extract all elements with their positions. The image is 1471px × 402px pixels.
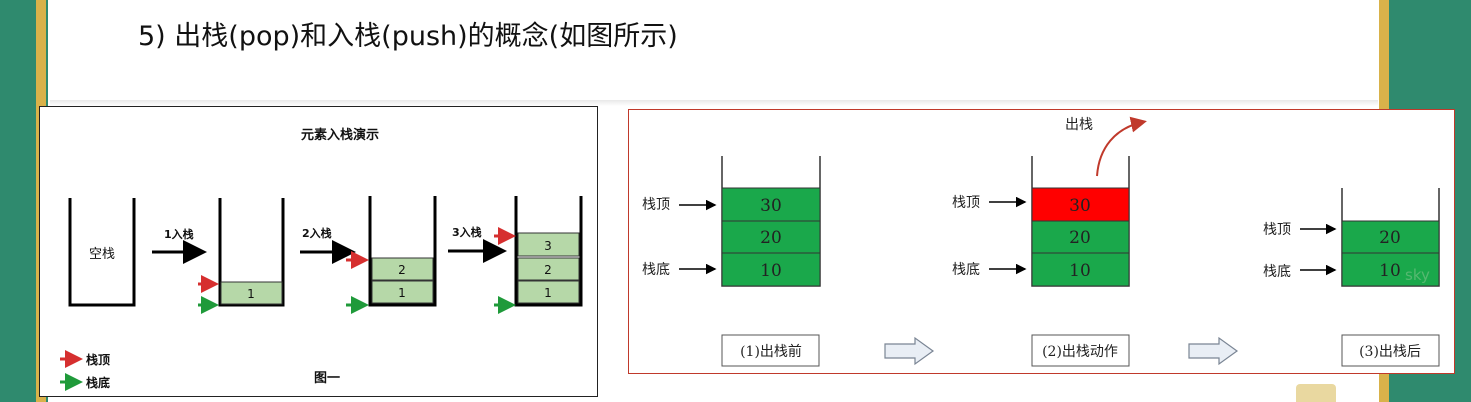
stack-top-label: 栈顶 — [642, 197, 670, 213]
pop-label: 出栈 — [1065, 117, 1093, 133]
pop-demo-figure: 30 20 10 栈顶 栈底 (1)出栈前 30 20 10 栈顶 栈底 出栈 … — [628, 109, 1455, 374]
stack-cell-value: 10 — [760, 261, 782, 281]
step-1-label: 1入栈 — [164, 227, 194, 241]
push-demo-figure: 元素入栈演示 空栈 1入栈 1 2入栈 1 2 3入栈 1 2 3 栈顶 栈底 … — [39, 106, 598, 397]
stack-step-3: 1 2 3 — [494, 196, 583, 314]
figure-caption: 图一 — [314, 371, 340, 386]
slide-title: 5) 出栈(pop)和入栈(push)的概念(如图所示) — [138, 21, 678, 52]
legend-top-label: 栈顶 — [86, 352, 110, 367]
empty-stack-label: 空栈 — [89, 247, 115, 262]
stack-box-label: 1 — [544, 286, 552, 300]
watermark: sky — [1405, 266, 1430, 284]
stack-cell-value: 20 — [1069, 228, 1091, 248]
stack-step-2: 1 2 — [346, 196, 437, 314]
pop-curved-arrow — [1096, 116, 1147, 177]
push-demo-svg: 元素入栈演示 空栈 1入栈 1 2入栈 1 2 3入栈 1 2 3 栈顶 栈底 … — [60, 127, 583, 391]
stack-after-pop: 20 10 栈顶 栈底 sky (3)出栈后 — [1263, 188, 1440, 367]
stage-caption: (1)出栈前 — [740, 343, 802, 360]
stack-pop-action: 30 20 10 栈顶 栈底 出栈 (2)出栈动作 — [952, 116, 1147, 367]
stack-cell-value: 10 — [1379, 261, 1401, 281]
stack-bottom-label: 栈底 — [642, 262, 670, 278]
corner-decoration — [1296, 384, 1336, 402]
step-3-label: 3入栈 — [452, 225, 482, 239]
stack-step-1: 1 — [198, 198, 285, 314]
push-demo-heading: 元素入栈演示 — [301, 127, 379, 143]
stack-box-label: 1 — [398, 286, 406, 300]
stack-top-label: 栈顶 — [1263, 222, 1291, 238]
stage-caption: (3)出栈后 — [1359, 344, 1421, 360]
legend-bottom-label: 栈底 — [86, 375, 110, 390]
empty-stack: 空栈 — [68, 198, 136, 307]
step-2-label: 2入栈 — [302, 226, 332, 240]
transition-arrow-2 — [1188, 336, 1239, 366]
stack-bottom-label: 栈底 — [952, 262, 980, 278]
stack-box-label: 1 — [247, 287, 255, 301]
stack-bottom-label: 栈底 — [1263, 264, 1291, 280]
stack-cell-value: 20 — [760, 228, 782, 248]
popping-cell-value: 30 — [1069, 196, 1091, 216]
stack-cell-value: 10 — [1069, 261, 1091, 281]
stage-caption: (2)出栈动作 — [1042, 344, 1118, 360]
stack-box-label: 3 — [544, 239, 552, 253]
stack-top-label: 栈顶 — [952, 195, 980, 211]
stack-before-pop: 30 20 10 栈顶 栈底 (1)出栈前 — [642, 156, 821, 367]
stack-box-label: 2 — [398, 263, 406, 277]
stack-box-label: 2 — [544, 263, 552, 277]
legend: 栈顶 栈底 — [60, 350, 110, 391]
transition-arrow-1 — [884, 336, 935, 366]
stack-cell-value: 20 — [1379, 228, 1401, 248]
pop-demo-svg: 30 20 10 栈顶 栈底 (1)出栈前 30 20 10 栈顶 栈底 出栈 … — [642, 116, 1440, 367]
stack-cell-value: 30 — [760, 196, 782, 216]
